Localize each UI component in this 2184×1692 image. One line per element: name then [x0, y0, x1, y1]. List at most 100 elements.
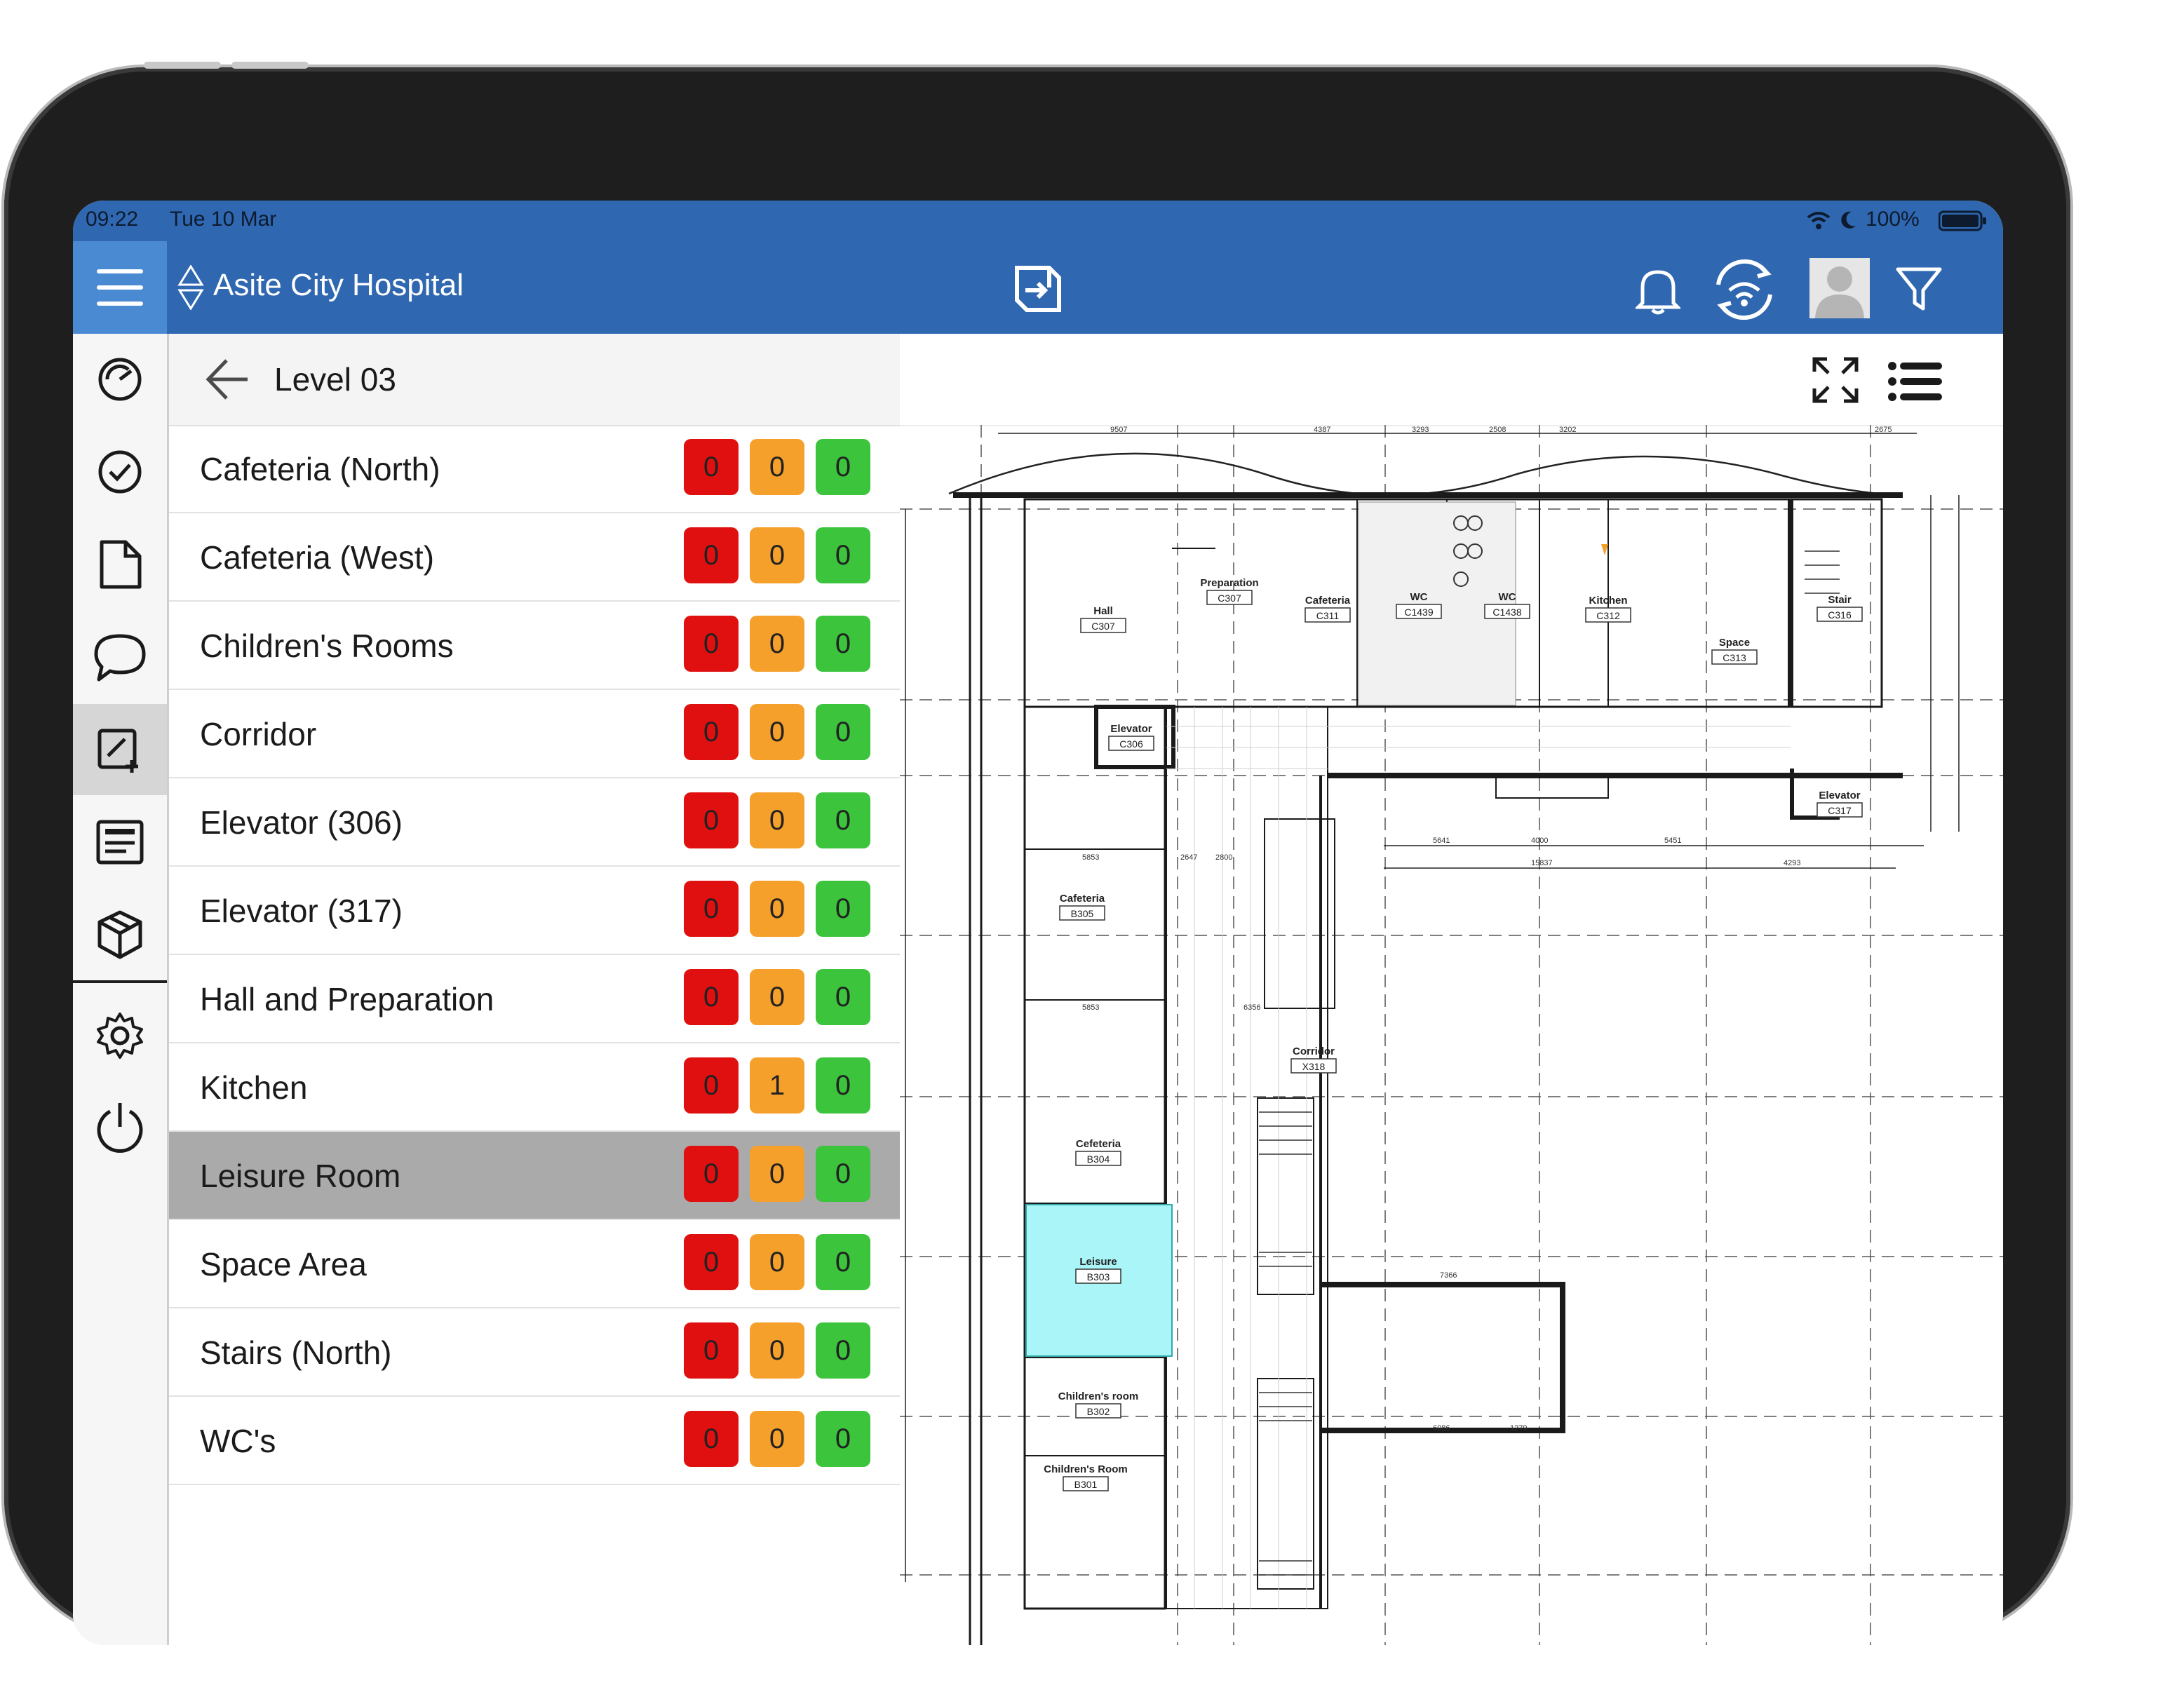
count-badge-green[interactable]: 0: [816, 1057, 870, 1114]
count-badge-orange[interactable]: 0: [750, 1146, 804, 1202]
plan-room-name: Preparation: [1200, 577, 1258, 589]
model-icon: [97, 910, 142, 959]
bell-icon[interactable]: [1636, 266, 1680, 316]
count-badge-green[interactable]: 0: [816, 1411, 870, 1467]
room-row[interactable]: WC's 0 0 0: [169, 1397, 900, 1485]
count-badge-green[interactable]: 0: [816, 439, 870, 495]
plan-room-code: C317: [1828, 805, 1852, 816]
plan-room-code: B304: [1087, 1153, 1110, 1165]
count-badge-green[interactable]: 0: [816, 1322, 870, 1379]
count-badge-green[interactable]: 0: [816, 616, 870, 672]
room-row[interactable]: Corridor 0 0 0: [169, 690, 900, 778]
count-badge-red[interactable]: 0: [684, 792, 739, 848]
app-logo-icon[interactable]: [1004, 259, 1063, 318]
nav-dashboard[interactable]: [73, 334, 167, 425]
nav-forms[interactable]: [73, 797, 167, 888]
drawing-viewer[interactable]: Hall C307 Preparation C307 Cafeteria C311 WC C1…: [900, 334, 2003, 1645]
plan-room-code: X318: [1302, 1061, 1326, 1072]
count-badge-green[interactable]: 0: [816, 792, 870, 848]
plan-room-name: Elevator: [1110, 723, 1152, 735]
count-badge-green[interactable]: 0: [816, 1146, 870, 1202]
project-name[interactable]: Asite City Hospital: [213, 268, 464, 303]
svg-text:4387: 4387: [1314, 426, 1330, 434]
count-badge-orange[interactable]: 1: [750, 1057, 804, 1114]
nav-logout[interactable]: [73, 1083, 167, 1174]
room-row[interactable]: Stairs (North) 0 0 0: [169, 1308, 900, 1397]
count-badge-orange[interactable]: 0: [750, 1411, 804, 1467]
svg-text:7366: 7366: [1440, 1271, 1457, 1280]
count-badge-red[interactable]: 0: [684, 881, 739, 937]
filter-icon[interactable]: [1895, 265, 1943, 313]
room-row[interactable]: Leisure Room 0 0 0: [169, 1132, 900, 1220]
count-badge-green[interactable]: 0: [816, 881, 870, 937]
menu-button[interactable]: [73, 241, 167, 334]
count-badge-green[interactable]: 0: [816, 527, 870, 583]
nav-markups[interactable]: [73, 704, 167, 795]
svg-text:5853: 5853: [1082, 1003, 1099, 1012]
count-badge-red[interactable]: 0: [684, 969, 739, 1025]
count-badge-orange[interactable]: 0: [750, 1234, 804, 1290]
issue-pin[interactable]: [1601, 544, 1608, 555]
count-badge-orange[interactable]: 0: [750, 969, 804, 1025]
room-row[interactable]: Children's Rooms 0 0 0: [169, 602, 900, 690]
count-badge-orange[interactable]: 0: [750, 881, 804, 937]
count-badge-red[interactable]: 0: [684, 616, 739, 672]
stair-treads: [1259, 550, 1840, 1576]
nav-tasks[interactable]: [73, 426, 167, 517]
nav-documents[interactable]: [73, 519, 167, 610]
back-arrow-icon[interactable]: [204, 358, 250, 401]
room-row[interactable]: Hall and Preparation 0 0 0: [169, 955, 900, 1043]
plan-room-name: Kitchen: [1589, 595, 1627, 607]
count-badge-green[interactable]: 0: [816, 969, 870, 1025]
level-title: Level 03: [274, 361, 396, 398]
plan-room-name: Leisure: [1079, 1256, 1117, 1268]
count-badge-red[interactable]: 0: [684, 1057, 739, 1114]
room-row[interactable]: Elevator (306) 0 0 0: [169, 778, 900, 867]
room-row[interactable]: Kitchen 0 1 0: [169, 1043, 900, 1132]
nav-models[interactable]: [73, 889, 167, 980]
floor-plan[interactable]: Hall C307 Preparation C307 Cafeteria C311 WC C1…: [900, 425, 2003, 1645]
count-badge-red[interactable]: 0: [684, 1146, 739, 1202]
nav-discussions[interactable]: [73, 611, 167, 703]
count-badge-red[interactable]: 0: [684, 1411, 739, 1467]
fullscreen-icon[interactable]: [1810, 355, 1861, 405]
plan-room-name: Space: [1719, 637, 1750, 649]
count-badge-orange[interactable]: 0: [750, 439, 804, 495]
count-badge-red[interactable]: 0: [684, 527, 739, 583]
count-badge-orange[interactable]: 0: [750, 704, 804, 760]
tasks-icon: [98, 450, 142, 494]
count-badge-red[interactable]: 0: [684, 439, 739, 495]
top-button: [144, 62, 221, 69]
room-row[interactable]: Cafeteria (North) 0 0 0: [169, 425, 900, 513]
nav-settings[interactable]: [73, 990, 167, 1081]
list-view-icon[interactable]: [1887, 360, 1943, 402]
forms-icon: [96, 820, 144, 865]
count-badge-orange[interactable]: 0: [750, 527, 804, 583]
location-switch-icon[interactable]: [177, 265, 205, 310]
wifi-icon: [1807, 212, 1831, 229]
room-name: Cafeteria (North): [200, 451, 440, 487]
count-badge-orange[interactable]: 0: [750, 1322, 804, 1379]
rail-divider: [73, 980, 167, 983]
count-badge-red[interactable]: 0: [684, 1322, 739, 1379]
svg-text:9507: 9507: [1110, 426, 1127, 434]
avatar[interactable]: [1809, 258, 1870, 318]
svg-text:5451: 5451: [1664, 837, 1681, 845]
count-badge-green[interactable]: 0: [816, 704, 870, 760]
count-badge-red[interactable]: 0: [684, 1234, 739, 1290]
user-silhouette-icon: [1815, 266, 1864, 318]
room-name: Hall and Preparation: [200, 981, 494, 1017]
svg-text:15837: 15837: [1531, 859, 1553, 867]
discussion-icon: [94, 634, 146, 682]
count-badge-orange[interactable]: 0: [750, 616, 804, 672]
room-row[interactable]: Cafeteria (West) 0 0 0: [169, 513, 900, 602]
plan-room-code: C316: [1828, 609, 1852, 621]
room-row[interactable]: Elevator (317) 0 0 0: [169, 867, 900, 955]
svg-text:5641: 5641: [1433, 837, 1450, 845]
room-row[interactable]: Space Area 0 0 0: [169, 1220, 900, 1308]
markup-icon: [97, 729, 138, 773]
count-badge-green[interactable]: 0: [816, 1234, 870, 1290]
count-badge-red[interactable]: 0: [684, 704, 739, 760]
sync-icon[interactable]: [1711, 257, 1777, 323]
count-badge-orange[interactable]: 0: [750, 792, 804, 848]
